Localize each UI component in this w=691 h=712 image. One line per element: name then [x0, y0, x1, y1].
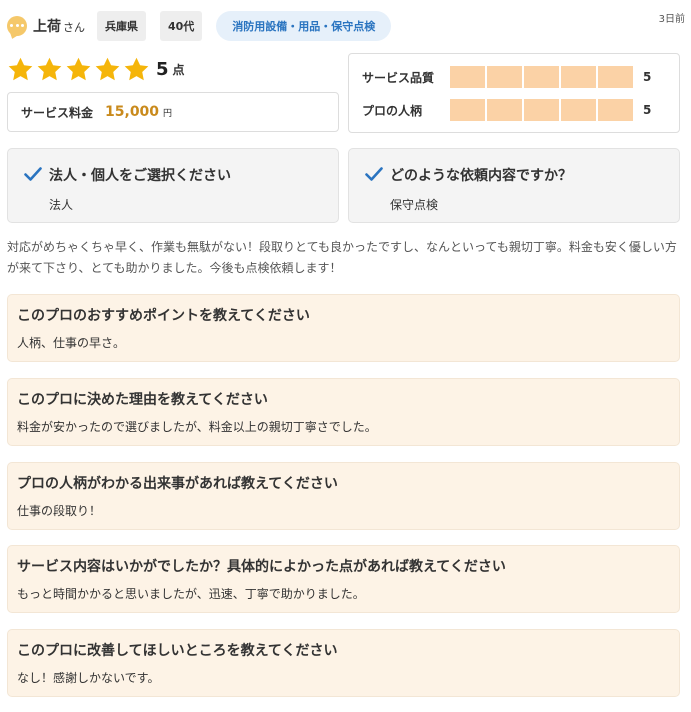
sub-ratings: サービス品質 5 プロの人柄 5: [348, 53, 680, 133]
card-service-content: サービス内容はいかがでしたか？具体的によかった点があれば教えてください もっと時…: [7, 545, 680, 613]
card-answer: なし！感謝しかないです。: [17, 671, 160, 685]
card-answer: もっと時間かかると思いましたが、迅速、丁寧で助かりました。: [17, 587, 365, 601]
service-fee: サービス料金 15,000 円: [7, 92, 339, 132]
card-answer: 料金が安かったので選びましたが、料金以上の親切丁寧さでした。: [17, 420, 377, 434]
card-recommend-point: このプロのおすすめポイントを教えてください 人柄、仕事の早さ。: [7, 294, 680, 362]
category-tag[interactable]: 消防用設備・用品・保守点検: [216, 11, 392, 41]
qa-client-type: 法人・個人をご選択ください 法人: [7, 148, 339, 223]
card-answer: 仕事の段取り！: [17, 504, 102, 518]
star-icon: [66, 57, 91, 80]
card-question: このプロに決めた理由を教えてください: [17, 392, 268, 408]
card-question: サービス内容はいかがでしたか？具体的によかった点があれば教えてください: [17, 559, 506, 575]
card-answer: 人柄、仕事の早さ。: [17, 336, 126, 350]
overall-rating: 5 点: [7, 55, 185, 83]
card-question: プロの人柄がわかる出来事があれば教えてください: [17, 476, 338, 492]
qa-request-content: どのような依頼内容ですか？ 保守点検: [348, 148, 680, 223]
fee-label: サービス料金: [21, 105, 94, 120]
qa-answer: 法人: [49, 198, 74, 212]
rating-unit: 点: [172, 62, 185, 77]
card-decision-reason: このプロに決めた理由を教えてください 料金が安かったので選びましたが、料金以上の…: [7, 378, 680, 446]
speech-bubble-icon: [7, 16, 27, 41]
rating-score: 5: [156, 58, 169, 80]
check-icon: [365, 167, 383, 181]
sub-rating-label: サービス品質: [362, 70, 435, 85]
sub-rating-value: 5: [643, 103, 652, 117]
star-icon: [124, 57, 149, 80]
reviewer-name: 上荷 さん: [33, 19, 85, 35]
qa-question: 法人・個人をご選択ください: [49, 168, 231, 184]
posted-date: 3日前: [658, 14, 685, 25]
sub-rating-label: プロの人柄: [362, 103, 423, 118]
rating-bar: [450, 99, 633, 121]
prefecture-tag: 兵庫県: [97, 11, 146, 41]
sub-rating-personality: プロの人柄 5: [362, 99, 651, 121]
star-icon: [95, 57, 120, 80]
star-rating: [7, 56, 150, 83]
rating-bar: [450, 66, 633, 88]
check-icon: [24, 167, 42, 181]
review-comment: 対応がめちゃくちゃ早く、作業も無駄がない！段取りとても良かったですし、なんといっ…: [7, 240, 677, 275]
fee-unit: 円: [163, 108, 173, 119]
card-personality-episode: プロの人柄がわかる出来事があれば教えてください 仕事の段取り！: [7, 462, 680, 530]
qa-answer: 保守点検: [390, 198, 439, 212]
reviewer-name-suffix: さん: [63, 21, 85, 34]
fee-value: 15,000: [105, 104, 160, 120]
card-improvement: このプロに改善してほしいところを教えてください なし！感謝しかないです。: [7, 629, 680, 697]
card-question: このプロのおすすめポイントを教えてください: [17, 308, 310, 324]
sub-rating-quality: サービス品質 5: [362, 66, 651, 88]
qa-question: どのような依頼内容ですか？: [390, 168, 572, 184]
sub-rating-value: 5: [643, 70, 652, 84]
star-icon: [37, 57, 62, 80]
age-tag: 40代: [160, 11, 203, 41]
card-question: このプロに改善してほしいところを教えてください: [17, 643, 338, 659]
review-header: 上荷 さん 兵庫県 40代 消防用設備・用品・保守点検: [7, 10, 687, 42]
star-icon: [8, 57, 33, 80]
